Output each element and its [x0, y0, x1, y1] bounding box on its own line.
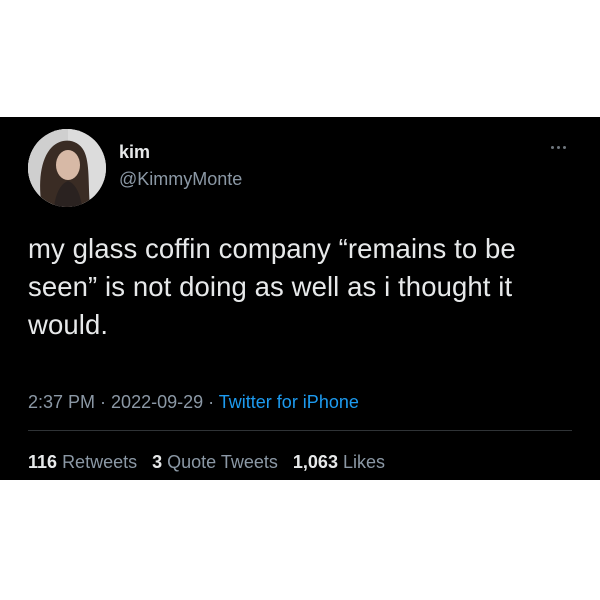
tweet-date[interactable]: 2022-09-29: [111, 392, 203, 412]
quote-tweets-count: 3: [152, 452, 163, 472]
meta-separator: ·: [203, 392, 219, 412]
quote-tweets-stat[interactable]: 3 Quote Tweets: [152, 452, 278, 472]
meta-separator: ·: [95, 392, 112, 412]
likes-stat[interactable]: 1,063 Likes: [293, 452, 385, 472]
retweets-stat[interactable]: 116 Retweets: [28, 452, 137, 472]
likes-count: 1,063: [292, 452, 338, 472]
tweet-text-line: my glass coffin company “remains to be: [28, 233, 516, 264]
more-horizontal-icon: [550, 145, 554, 149]
divider: [28, 430, 572, 431]
avatar[interactable]: [28, 129, 106, 207]
more-horizontal-icon: [556, 145, 560, 149]
tweet-card: kim @KimmyMonte my glass coffin company …: [0, 117, 600, 480]
tweet-text-line: seen” is not doing as well as i thought …: [28, 271, 513, 302]
tweet-source-link[interactable]: Twitter for iPhone: [219, 392, 359, 412]
tweet-stats: 116 Retweets 3 Quote Tweets 1,063 Likes: [28, 451, 395, 473]
retweets-count: 116: [28, 452, 58, 472]
user-handle[interactable]: @KimmyMonte: [119, 169, 242, 189]
more-options-button[interactable]: [544, 139, 572, 155]
retweets-label: Retweets: [62, 452, 138, 472]
tweet-meta: 2:37 PM · 2022-09-29 · Twitter for iPhon…: [28, 391, 359, 413]
quote-tweets-label: Quote Tweets: [167, 452, 278, 472]
likes-label: Likes: [342, 452, 385, 472]
more-horizontal-icon: [562, 145, 566, 149]
tweet-text-line: would.: [28, 309, 109, 340]
tweet-time[interactable]: 2:37 PM: [28, 392, 95, 412]
tweet-text: my glass coffin company “remains to be s…: [28, 230, 588, 344]
avatar-photo-icon: [28, 129, 106, 207]
display-name[interactable]: kim: [119, 142, 150, 162]
